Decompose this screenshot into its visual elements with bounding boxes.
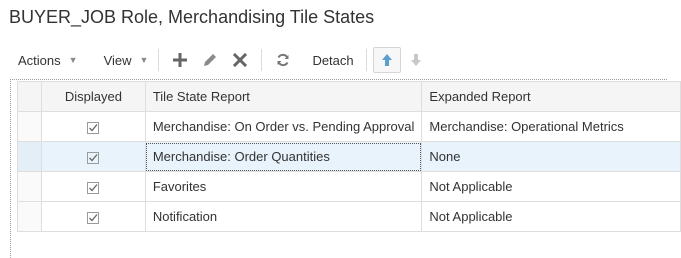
chevron-down-icon: ▼ (68, 55, 78, 65)
move-down-button[interactable] (401, 47, 431, 73)
page-title: BUYER_JOB Role, Merchandising Tile State… (9, 7, 375, 27)
grid-top-divider (10, 79, 667, 80)
displayed-cell (40, 141, 146, 172)
arrow-up-icon (381, 54, 392, 66)
refresh-button[interactable] (268, 47, 298, 73)
tile-states-table: Displayed Tile State Report Expanded Rep… (17, 81, 681, 232)
add-button[interactable] (165, 47, 195, 73)
actions-label: Actions (18, 52, 61, 68)
view-label: View (103, 52, 132, 68)
displayed-cell (40, 171, 146, 202)
toolbar-divider (261, 49, 263, 71)
table-row[interactable]: Notification Not Applicable (17, 201, 681, 232)
arrow-down-icon (410, 54, 421, 66)
move-up-button[interactable] (372, 47, 401, 73)
toolbar: Actions ▼ View ▼ Detach (14, 47, 431, 73)
tile-state-report-cell: Merchandise: On Order vs. Pending Approv… (144, 111, 423, 142)
toolbar-divider (365, 49, 367, 71)
tile-state-report-cell: Notification (144, 201, 423, 232)
expanded-report-cell: None (421, 141, 681, 172)
delete-icon (233, 52, 248, 68)
tile-state-report-cell: Favorites (144, 171, 423, 202)
delete-button[interactable] (225, 47, 255, 73)
row-selector[interactable] (17, 201, 42, 232)
row-selector[interactable] (17, 111, 42, 142)
toolbar-divider (158, 49, 160, 71)
expanded-report-cell: Not Applicable (421, 201, 681, 232)
table-row-selected[interactable]: Merchandise: Order Quantities None (17, 141, 681, 172)
chevron-down-icon: ▼ (139, 55, 149, 65)
detach-button[interactable]: Detach (306, 47, 359, 73)
checkbox-checked-icon (87, 211, 100, 224)
actions-menu-button[interactable]: Actions ▼ (14, 47, 82, 73)
edit-icon (204, 54, 217, 66)
expanded-report-cell: Not Applicable (421, 171, 681, 202)
column-header-expanded-report[interactable]: Expanded Report (421, 81, 681, 112)
column-header-displayed[interactable]: Displayed (40, 81, 146, 112)
view-menu-button[interactable]: View ▼ (100, 47, 153, 73)
expanded-report-cell: Merchandise: Operational Metrics (421, 111, 681, 142)
grid-left-divider (10, 79, 11, 258)
table-row[interactable]: Merchandise: On Order vs. Pending Approv… (17, 111, 681, 142)
tile-state-report-cell: Merchandise: Order Quantities (144, 141, 423, 172)
checkbox-checked-icon (87, 181, 100, 194)
row-selector-header (17, 81, 42, 112)
row-selector[interactable] (17, 141, 42, 172)
table-header-row: Displayed Tile State Report Expanded Rep… (17, 81, 681, 112)
row-selector[interactable] (17, 171, 42, 202)
checkbox-checked-icon (87, 151, 100, 164)
edit-button[interactable] (195, 47, 225, 73)
refresh-icon (277, 53, 289, 67)
add-icon (173, 53, 188, 67)
displayed-cell (40, 201, 146, 232)
column-header-tile-state-report[interactable]: Tile State Report (144, 81, 423, 112)
table-row[interactable]: Favorites Not Applicable (17, 171, 681, 202)
displayed-cell (40, 111, 146, 142)
checkbox-checked-icon (87, 121, 100, 134)
